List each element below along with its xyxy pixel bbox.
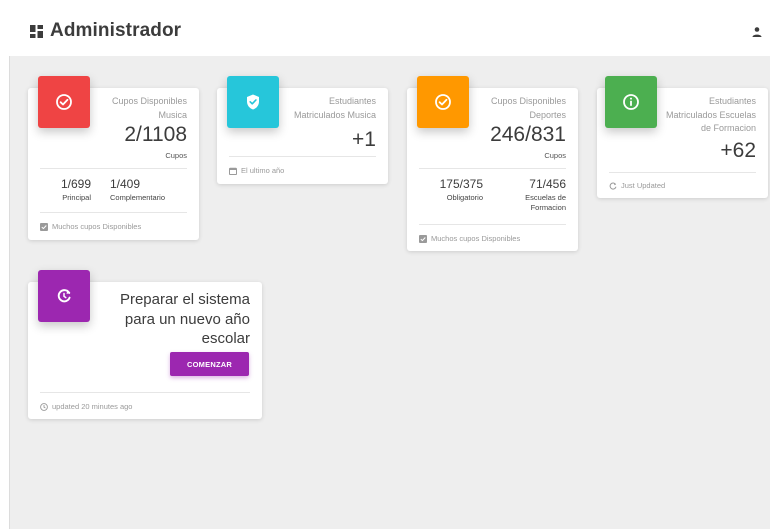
stat-label: Escuelas de Formacion [525, 193, 566, 212]
prepare-title: Preparar el sistema para un nuevo año es… [119, 291, 250, 347]
stat-value: 175/375 [439, 177, 483, 191]
card-icon-red [38, 76, 90, 128]
card-sports-slots: Cupos Disponibles Deportes 246/831 Cupos… [407, 76, 578, 251]
card-unit: Cupos [165, 151, 187, 160]
divider [40, 392, 250, 393]
divider [609, 172, 756, 173]
card-category: Cupos Disponibles Musica [111, 96, 187, 120]
card-music-slots: Cupos Disponibles Musica 2/1108 Cupos 1/… [28, 76, 199, 240]
card-footer: Muchos cupos Disponibles [40, 222, 141, 231]
checkbox-icon [40, 222, 48, 231]
user-icon[interactable] [751, 26, 763, 38]
card-students-schools: Estudiantes Matriculados Escuelas de For… [597, 76, 768, 198]
card-icon-orange [417, 76, 469, 128]
card-value: 246/831 [490, 123, 566, 146]
card-category: Estudiantes Matriculados Escuelas de For… [665, 96, 756, 133]
refresh-icon [609, 182, 617, 190]
card-value: +1 [352, 128, 376, 151]
calendar-icon [229, 167, 237, 175]
card-icon-cyan [227, 76, 279, 128]
divider [229, 156, 376, 157]
card-icon-purple [38, 270, 90, 322]
divider [419, 224, 566, 225]
clock-icon [40, 402, 48, 411]
divider [419, 168, 566, 169]
card-icon-green [605, 76, 657, 128]
shield-check-icon [247, 94, 259, 110]
sidebar-edge [0, 56, 10, 529]
card-prepare-system: Preparar el sistema para un nuevo año es… [28, 270, 262, 419]
card-category: Estudiantes Matriculados Musica [293, 96, 376, 120]
card-footer: El ultimo año [229, 166, 284, 175]
dashboard-icon [30, 24, 43, 38]
card-students-music: Estudiantes Matriculados Musica +1 El ul… [217, 76, 388, 184]
stat-label: Complementario [110, 193, 166, 202]
page-title: Administrador [50, 20, 182, 41]
card-footer: updated 20 minutes ago [40, 402, 132, 411]
card-footer: Just Updated [609, 181, 665, 190]
top-bar: Administrador [0, 0, 770, 56]
card-footer: Muchos cupos Disponibles [419, 234, 520, 243]
stat-value: 1/699 [60, 177, 91, 191]
card-value: 2/1108 [124, 123, 187, 146]
stat-label: Principal [62, 193, 91, 202]
divider [40, 168, 187, 169]
brand: Administrador [30, 20, 181, 42]
check-circle-icon [435, 94, 451, 110]
info-circle-icon [623, 94, 639, 110]
card-value: +62 [720, 139, 756, 162]
divider [40, 212, 187, 213]
checkbox-icon [419, 234, 427, 243]
check-circle-icon [56, 94, 72, 110]
card-category: Cupos Disponibles Deportes [490, 96, 566, 120]
card-unit: Cupos [544, 151, 566, 160]
stat-value: 1/409 [110, 177, 141, 191]
stat-label: Obligatorio [446, 193, 483, 202]
comenzar-button[interactable]: COMENZAR [170, 352, 249, 376]
stat-value: 71/456 [529, 177, 566, 191]
refresh-icon [57, 289, 71, 303]
